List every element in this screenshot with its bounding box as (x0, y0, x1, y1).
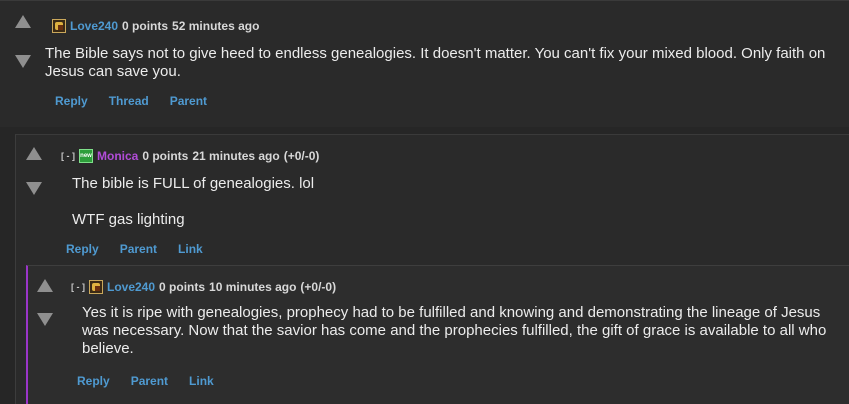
points-label: 0 points (159, 280, 206, 294)
comment-actions: Reply Thread Parent (55, 94, 228, 108)
permalink-link[interactable]: Link (178, 242, 203, 256)
reply-link[interactable]: Reply (77, 374, 110, 388)
downvote-arrow-icon[interactable] (37, 313, 53, 326)
comment-text: WTF gas lighting (72, 211, 185, 228)
comment-love240-root: Love240 0 points 52 minutes ago The Bibl… (0, 0, 849, 127)
comment-meta: [ - ] Love240 0 points 10 minutes ago (+… (71, 280, 336, 294)
parent-link[interactable]: Parent (131, 374, 168, 388)
parent-link[interactable]: Parent (170, 94, 207, 108)
comment-meta: [ - ] new Monica 0 points 21 minutes ago… (61, 149, 319, 163)
vote-tally: (+0/-0) (300, 280, 337, 294)
username-link[interactable]: Monica (97, 149, 138, 163)
timestamp-label: 52 minutes ago (172, 19, 260, 33)
vote-tally: (+0/-0) (283, 149, 320, 163)
collapse-toggle[interactable]: [ - ] (71, 282, 85, 292)
timestamp-label: 21 minutes ago (192, 149, 280, 163)
love240-avatar-icon (52, 19, 66, 33)
comment-text: The bible is FULL of genealogies. lol (72, 175, 315, 192)
comment-actions: Reply Parent Link (66, 242, 224, 256)
collapse-toggle[interactable]: [ - ] (61, 151, 75, 161)
downvote-arrow-icon[interactable] (15, 55, 31, 68)
parent-link[interactable]: Parent (120, 242, 157, 256)
upvote-arrow-icon[interactable] (37, 279, 53, 292)
timestamp-label: 10 minutes ago (209, 280, 297, 294)
upvote-arrow-icon[interactable] (26, 147, 42, 160)
comment-body: Yes it is ripe with genealogies, prophec… (82, 304, 827, 358)
thread-link[interactable]: Thread (109, 94, 149, 108)
points-label: 0 points (122, 19, 169, 33)
comment-text: The Bible says not to give heed to endle… (45, 45, 826, 80)
upvote-arrow-icon[interactable] (15, 15, 31, 28)
love240-avatar-icon (89, 280, 103, 294)
permalink-link[interactable]: Link (189, 374, 214, 388)
downvote-arrow-icon[interactable] (26, 182, 42, 195)
comment-meta: Love240 0 points 52 minutes ago (52, 19, 259, 33)
username-link[interactable]: Love240 (107, 280, 155, 294)
comment-text: Yes it is ripe with genealogies, prophec… (82, 304, 827, 357)
points-label: 0 points (142, 149, 189, 163)
comment-love240-reply: [ - ] Love240 0 points 10 minutes ago (+… (26, 265, 849, 404)
comment-body: The bible is FULL of genealogies. lol WT… (72, 175, 832, 229)
comment-body: The Bible says not to give heed to endle… (45, 45, 835, 81)
comment-actions: Reply Parent Link (77, 374, 235, 388)
reply-link[interactable]: Reply (55, 94, 88, 108)
reply-link[interactable]: Reply (66, 242, 99, 256)
monica-avatar-icon: new (79, 149, 93, 163)
username-link[interactable]: Love240 (70, 19, 118, 33)
